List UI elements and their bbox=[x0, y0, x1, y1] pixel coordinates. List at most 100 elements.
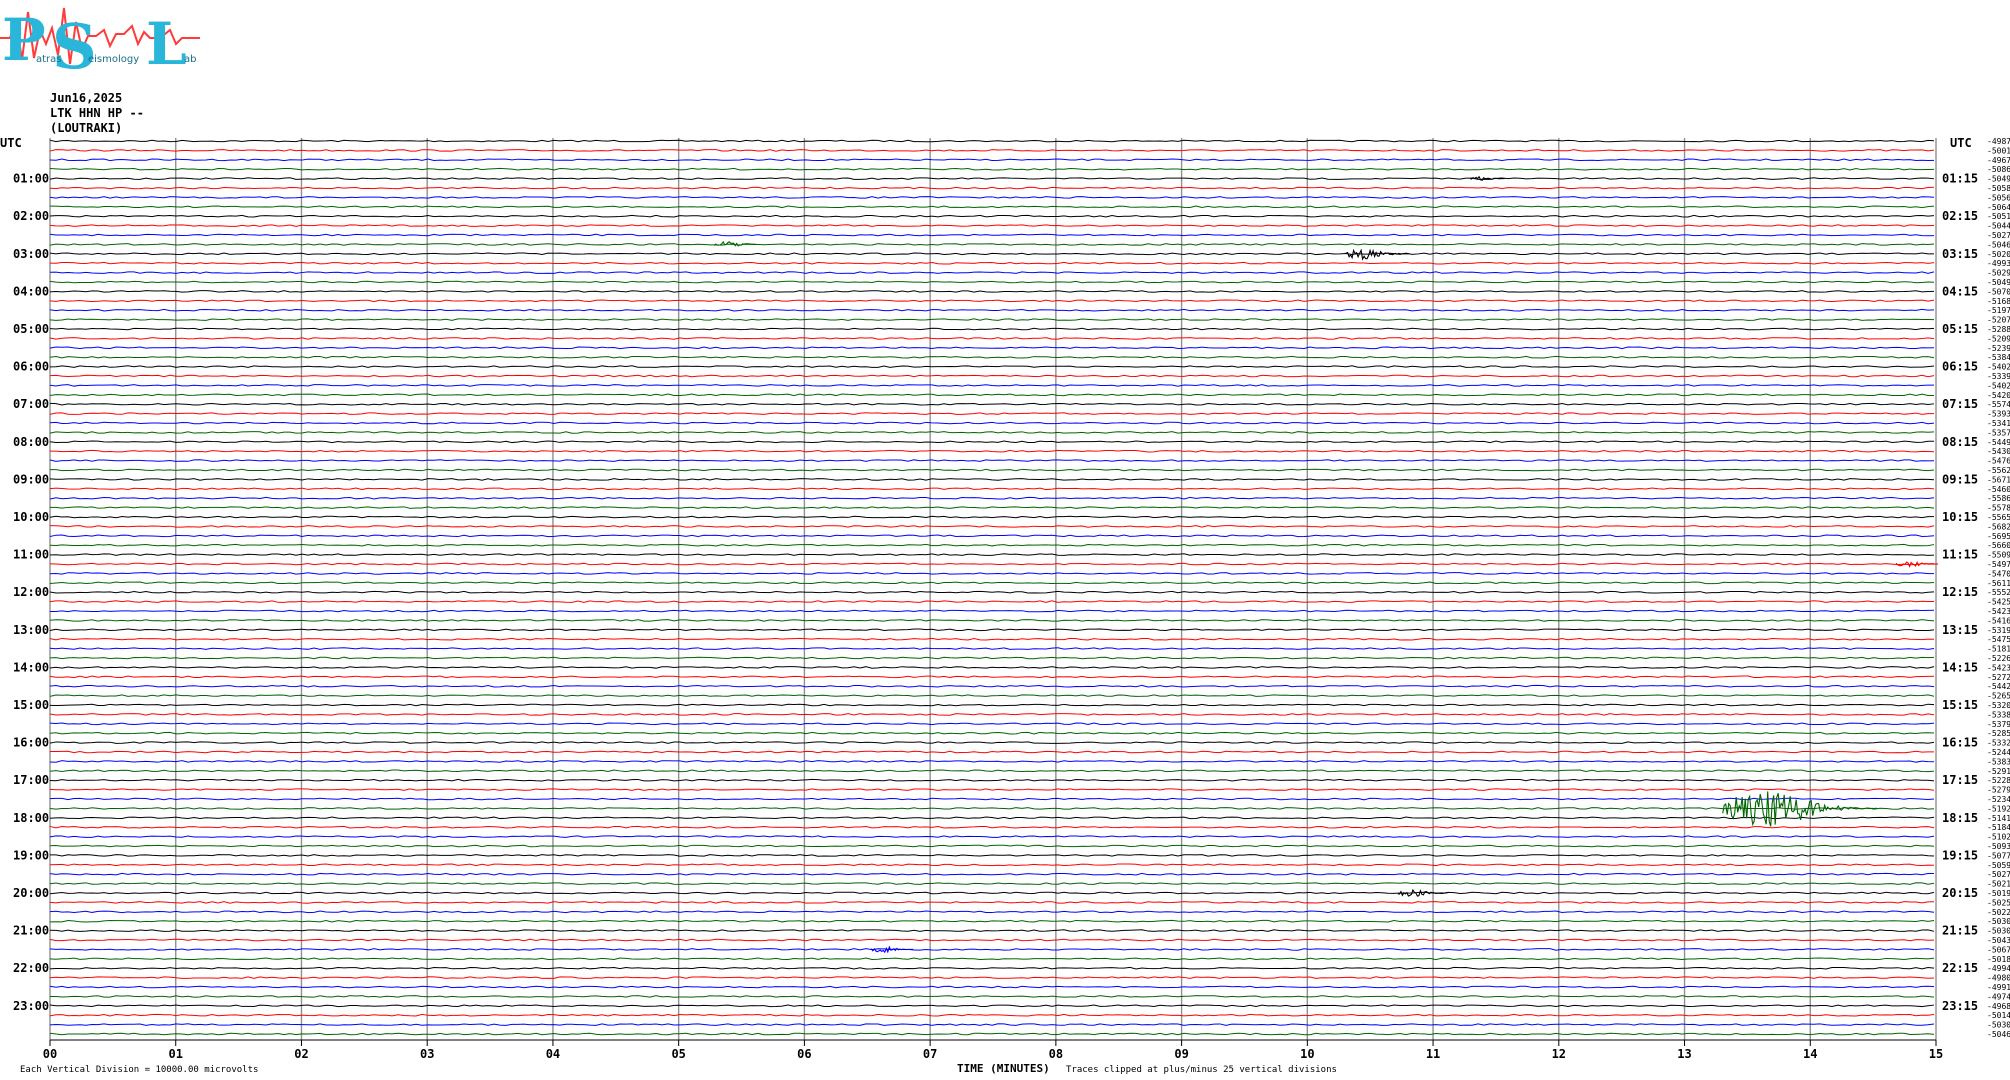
left-time-label: 15:00 bbox=[13, 698, 49, 712]
trace-offset-label: -5226 bbox=[1987, 654, 2010, 663]
trace-offset-label: -5059 bbox=[1987, 861, 2010, 870]
trace-offset-label: -5449 bbox=[1987, 438, 2010, 447]
trace-40 bbox=[49, 515, 1935, 519]
trace-offset-label: -5168 bbox=[1987, 297, 2010, 306]
trace-48 bbox=[49, 590, 1935, 594]
event-burst-0 bbox=[713, 240, 757, 247]
trace-offset-label: -5497 bbox=[1987, 560, 2010, 569]
trace-offset-label: -5020 bbox=[1987, 250, 2010, 259]
left-axis-title: UTC bbox=[0, 136, 22, 150]
trace-offset-label: -5279 bbox=[1987, 786, 2010, 795]
trace-77 bbox=[49, 863, 1935, 867]
trace-offset-label: -5402 bbox=[1987, 381, 2010, 390]
trace-87 bbox=[49, 957, 1935, 961]
right-time-label: 10:15 bbox=[1942, 510, 1978, 524]
trace-90 bbox=[49, 985, 1935, 989]
right-time-label: 05:15 bbox=[1942, 322, 1978, 336]
left-time-label: 08:00 bbox=[13, 435, 49, 449]
trace-60 bbox=[49, 703, 1935, 707]
right-time-label: 02:15 bbox=[1942, 209, 1978, 223]
trace-78 bbox=[49, 872, 1935, 876]
trace-38 bbox=[49, 496, 1935, 500]
trace-offset-label: -4993 bbox=[1987, 259, 2010, 268]
trace-offset-label: -5184 bbox=[1987, 823, 2010, 832]
left-time-label: 19:00 bbox=[13, 848, 49, 862]
trace-92 bbox=[49, 1004, 1935, 1008]
trace-4 bbox=[49, 177, 1935, 180]
trace-46 bbox=[49, 572, 1935, 575]
trace-offset-label: -5423 bbox=[1987, 607, 2010, 616]
trace-75 bbox=[49, 844, 1935, 848]
trace-offset-label: -5611 bbox=[1987, 579, 2010, 588]
clip-note: Traces clipped at plus/minus 25 vertical… bbox=[1066, 1065, 1337, 1075]
trace-offset-label: -5043 bbox=[1987, 936, 2010, 945]
trace-53 bbox=[49, 637, 1935, 641]
trace-offset-label: -5030 bbox=[1987, 1021, 2010, 1030]
left-time-label: 02:00 bbox=[13, 209, 49, 223]
trace-offset-label: -5197 bbox=[1987, 306, 2010, 315]
trace-offset-label: -5093 bbox=[1987, 842, 2010, 851]
trace-29 bbox=[49, 412, 1935, 415]
helicorder-plot: UTC UTC TIME (MINUTES) Each Vertical Div… bbox=[0, 136, 2010, 1075]
trace-offset-label: -5027 bbox=[1987, 231, 2010, 240]
left-time-label: 09:00 bbox=[13, 472, 49, 486]
x-tick-label: 03 bbox=[420, 1047, 434, 1061]
trace-24 bbox=[49, 365, 1935, 368]
trace-offset-label: -5046 bbox=[1987, 240, 2010, 249]
right-time-label: 14:15 bbox=[1942, 660, 1978, 674]
trace-73 bbox=[49, 825, 1935, 829]
x-tick-label: 12 bbox=[1552, 1047, 1566, 1061]
right-time-label: 17:15 bbox=[1942, 773, 1978, 787]
trace-17 bbox=[49, 299, 1935, 303]
trace-12 bbox=[49, 252, 1935, 256]
trace-57 bbox=[49, 675, 1935, 679]
right-time-label: 19:15 bbox=[1942, 848, 1978, 862]
trace-89 bbox=[49, 976, 1935, 979]
trace-offset-label: -5070 bbox=[1987, 287, 2010, 296]
left-time-label: 22:00 bbox=[13, 961, 49, 975]
left-time-label: 07:00 bbox=[13, 397, 49, 411]
trace-offset-label: -5460 bbox=[1987, 485, 2010, 494]
trace-offset-label: -5228 bbox=[1987, 776, 2010, 785]
x-tick-label: 09 bbox=[1174, 1047, 1188, 1061]
right-time-label: 15:15 bbox=[1942, 698, 1978, 712]
trace-81 bbox=[49, 901, 1935, 904]
left-time-label: 21:00 bbox=[13, 924, 49, 938]
right-time-label: 21:15 bbox=[1942, 924, 1978, 938]
trace-offset-label: -5423 bbox=[1987, 663, 2010, 672]
trace-offset-label: -5383 bbox=[1987, 757, 2010, 766]
trace-offset-label: -5086 bbox=[1987, 165, 2010, 174]
x-tick-label: 15 bbox=[1929, 1047, 1943, 1061]
trace-offset-label: -5402 bbox=[1987, 363, 2010, 372]
trace-offset-label: -5030 bbox=[1987, 917, 2010, 926]
trace-44 bbox=[49, 553, 1935, 556]
left-time-label: 03:00 bbox=[13, 247, 49, 261]
trace-20 bbox=[49, 327, 1935, 331]
trace-offset-label: -5552 bbox=[1987, 588, 2010, 597]
trace-22 bbox=[49, 346, 1935, 350]
trace-offset-label: -5018 bbox=[1987, 955, 2010, 964]
trace-offset-label: -5338 bbox=[1987, 710, 2010, 719]
trace-offset-label: -5207 bbox=[1987, 316, 2010, 325]
trace-offset-label: -5029 bbox=[1987, 269, 2010, 278]
right-time-label: 08:15 bbox=[1942, 435, 1978, 449]
left-time-label: 04:00 bbox=[13, 284, 49, 298]
left-time-label: 06:00 bbox=[13, 360, 49, 374]
trace-7 bbox=[49, 205, 1935, 209]
trace-3 bbox=[49, 167, 1935, 171]
x-tick-label: 01 bbox=[169, 1047, 183, 1061]
trace-offset-label: -5209 bbox=[1987, 334, 2010, 343]
right-time-label: 22:15 bbox=[1942, 961, 1978, 975]
right-time-label: 01:15 bbox=[1942, 172, 1978, 186]
trace-offset-label: -5660 bbox=[1987, 541, 2010, 550]
x-tick-label: 00 bbox=[43, 1047, 57, 1061]
trace-28 bbox=[49, 402, 1935, 406]
trace-85 bbox=[49, 938, 1935, 942]
trace-offset-label: -5671 bbox=[1987, 475, 2010, 484]
trace-50 bbox=[49, 609, 1935, 613]
right-time-label: 20:15 bbox=[1942, 886, 1978, 900]
trace-26 bbox=[49, 384, 1935, 387]
trace-offset-label: -4991 bbox=[1987, 983, 2010, 992]
trace-offset-label: -5141 bbox=[1987, 814, 2010, 823]
left-time-label: 10:00 bbox=[13, 510, 49, 524]
